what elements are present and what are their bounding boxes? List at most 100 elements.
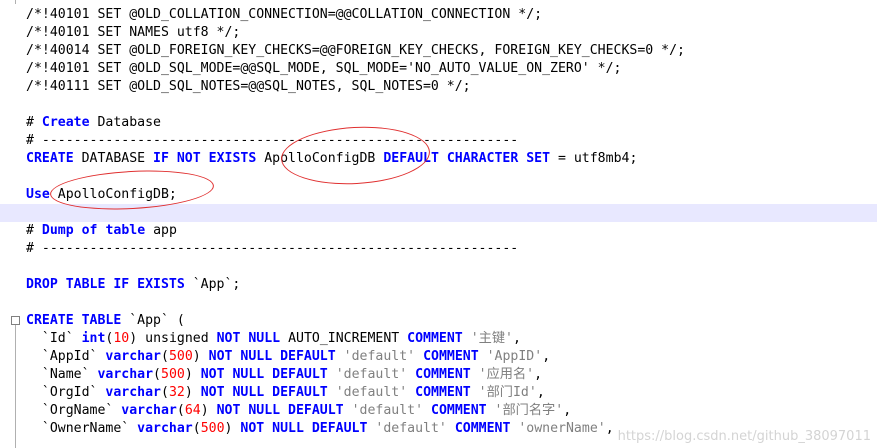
code-token: `OrgName` — [26, 403, 122, 418]
code-token: `Name` — [26, 367, 98, 382]
code-token: ( — [192, 421, 201, 436]
code-token: app — [145, 223, 177, 238]
code-line[interactable]: `OrgName` varchar(64) NOT NULL DEFAULT '… — [26, 402, 877, 420]
code-token: ( — [160, 349, 169, 364]
code-token: ) — [224, 421, 241, 436]
code-token: ( — [160, 385, 169, 400]
string-token: '部门Id' — [478, 385, 537, 400]
sql-code-editor[interactable]: /*!40101 SET @OLD_COLLATION_CONNECTION=@… — [0, 0, 877, 448]
code-token: /*!40014 SET @OLD_FOREIGN_KEY_CHECKS=@@F… — [26, 43, 685, 58]
code-line[interactable] — [26, 294, 877, 312]
keyword-token: NOT NULL DEFAULT — [208, 349, 336, 364]
code-line[interactable]: DROP TABLE IF EXISTS `App`; — [26, 276, 877, 294]
keyword-token: int — [81, 331, 106, 346]
code-token: = utf8mb4; — [550, 151, 638, 166]
keyword-token: Dump — [41, 223, 74, 238]
code-token: # --------------------------------------… — [26, 241, 519, 256]
code-token: `OrgId` — [26, 385, 106, 400]
keyword-token: COMMENT — [415, 385, 471, 400]
code-line[interactable]: /*!40111 SET @OLD_SQL_NOTES=@@SQL_NOTES,… — [26, 78, 877, 96]
code-line[interactable]: /*!40101 SET @OLD_COLLATION_CONNECTION=@… — [26, 6, 877, 24]
code-token: ) — [200, 403, 217, 418]
code-line[interactable]: `OrgId` varchar(32) NOT NULL DEFAULT 'de… — [26, 384, 877, 402]
code-token: , — [563, 403, 572, 418]
string-token: 'default' — [335, 385, 408, 400]
keyword-token: NOT NULL DEFAULT — [216, 403, 344, 418]
code-token: , — [605, 421, 614, 436]
keyword-token: table — [105, 223, 146, 238]
code-line[interactable]: `Name` varchar(500) NOT NULL DEFAULT 'de… — [26, 366, 877, 384]
keyword-token: Use — [26, 187, 50, 202]
code-token: `AppId` — [26, 349, 106, 364]
code-token: /*!40101 SET @OLD_SQL_MODE=@@SQL_MODE, S… — [26, 61, 622, 76]
fold-guide-line — [15, 325, 16, 448]
code-line[interactable]: CREATE TABLE `App` ( — [26, 312, 877, 330]
code-line[interactable] — [26, 96, 877, 114]
code-token: ) unsigned — [129, 331, 217, 346]
code-token: /*!40101 SET NAMES utf8 */; — [26, 25, 241, 40]
code-token: DATABASE — [73, 151, 154, 166]
string-token: 'ownerName' — [518, 421, 606, 436]
keyword-token: varchar — [105, 385, 161, 400]
code-token: , — [534, 367, 543, 382]
code-token: /*!40111 SET @OLD_SQL_NOTES=@@SQL_NOTES,… — [26, 79, 471, 94]
code-line[interactable]: # --------------------------------------… — [26, 240, 877, 258]
code-token: , — [512, 331, 521, 346]
number-token: 32 — [168, 385, 185, 400]
number-token: 10 — [113, 331, 130, 346]
code-token: `App`; — [184, 277, 241, 292]
keyword-token: NOT NULL DEFAULT — [200, 367, 328, 382]
string-token: '应用名' — [478, 367, 535, 382]
code-line[interactable]: CREATE DATABASE IF NOT EXISTS ApolloConf… — [26, 150, 877, 168]
keyword-token: DROP TABLE IF EXISTS — [26, 277, 185, 292]
code-line[interactable]: `AppId` varchar(500) NOT NULL DEFAULT 'd… — [26, 348, 877, 366]
code-line[interactable]: /*!40014 SET @OLD_FOREIGN_KEY_CHECKS=@@F… — [26, 42, 877, 60]
keyword-token: COMMENT — [423, 349, 479, 364]
code-line[interactable]: # Dump of table app — [26, 222, 877, 240]
string-token: '主键' — [470, 331, 513, 346]
string-token: 'default' — [343, 349, 416, 364]
fold-guide-line — [15, 0, 16, 4]
code-token: /*!40101 SET @OLD_COLLATION_CONNECTION=@… — [26, 7, 543, 22]
code-token: , — [542, 349, 551, 364]
code-line[interactable]: # Create Database — [26, 114, 877, 132]
number-token: 64 — [184, 403, 201, 418]
code-line[interactable]: # --------------------------------------… — [26, 132, 877, 150]
code-token: , — [536, 385, 545, 400]
keyword-token: IF NOT EXISTS — [153, 151, 257, 166]
number-token: 500 — [200, 421, 225, 436]
code-line[interactable]: /*!40101 SET @OLD_SQL_MODE=@@SQL_MODE, S… — [26, 60, 877, 78]
code-line[interactable] — [26, 258, 877, 276]
keyword-token: COMMENT — [407, 331, 463, 346]
code-token: ( — [176, 403, 185, 418]
code-line[interactable]: /*!40101 SET NAMES utf8 */; — [26, 24, 877, 42]
keyword-token: varchar — [137, 421, 193, 436]
fold-toggle-icon[interactable] — [11, 316, 20, 325]
code-token: ) — [184, 367, 201, 382]
keyword-token: NOT NULL DEFAULT — [240, 421, 368, 436]
string-token: '部门名字' — [494, 403, 564, 418]
keyword-token: NOT NULL — [216, 331, 281, 346]
keyword-token: varchar — [97, 367, 154, 382]
code-line[interactable]: `Id` int(10) unsigned NOT NULL AUTO_INCR… — [26, 330, 877, 348]
keyword-token: varchar — [121, 403, 177, 418]
keyword-token: CREATE — [26, 151, 74, 166]
keyword-token: NOT NULL DEFAULT — [200, 385, 328, 400]
code-token: `Id` — [26, 331, 82, 346]
code-token: # --------------------------------------… — [26, 133, 519, 148]
string-token: 'default' — [335, 367, 408, 382]
